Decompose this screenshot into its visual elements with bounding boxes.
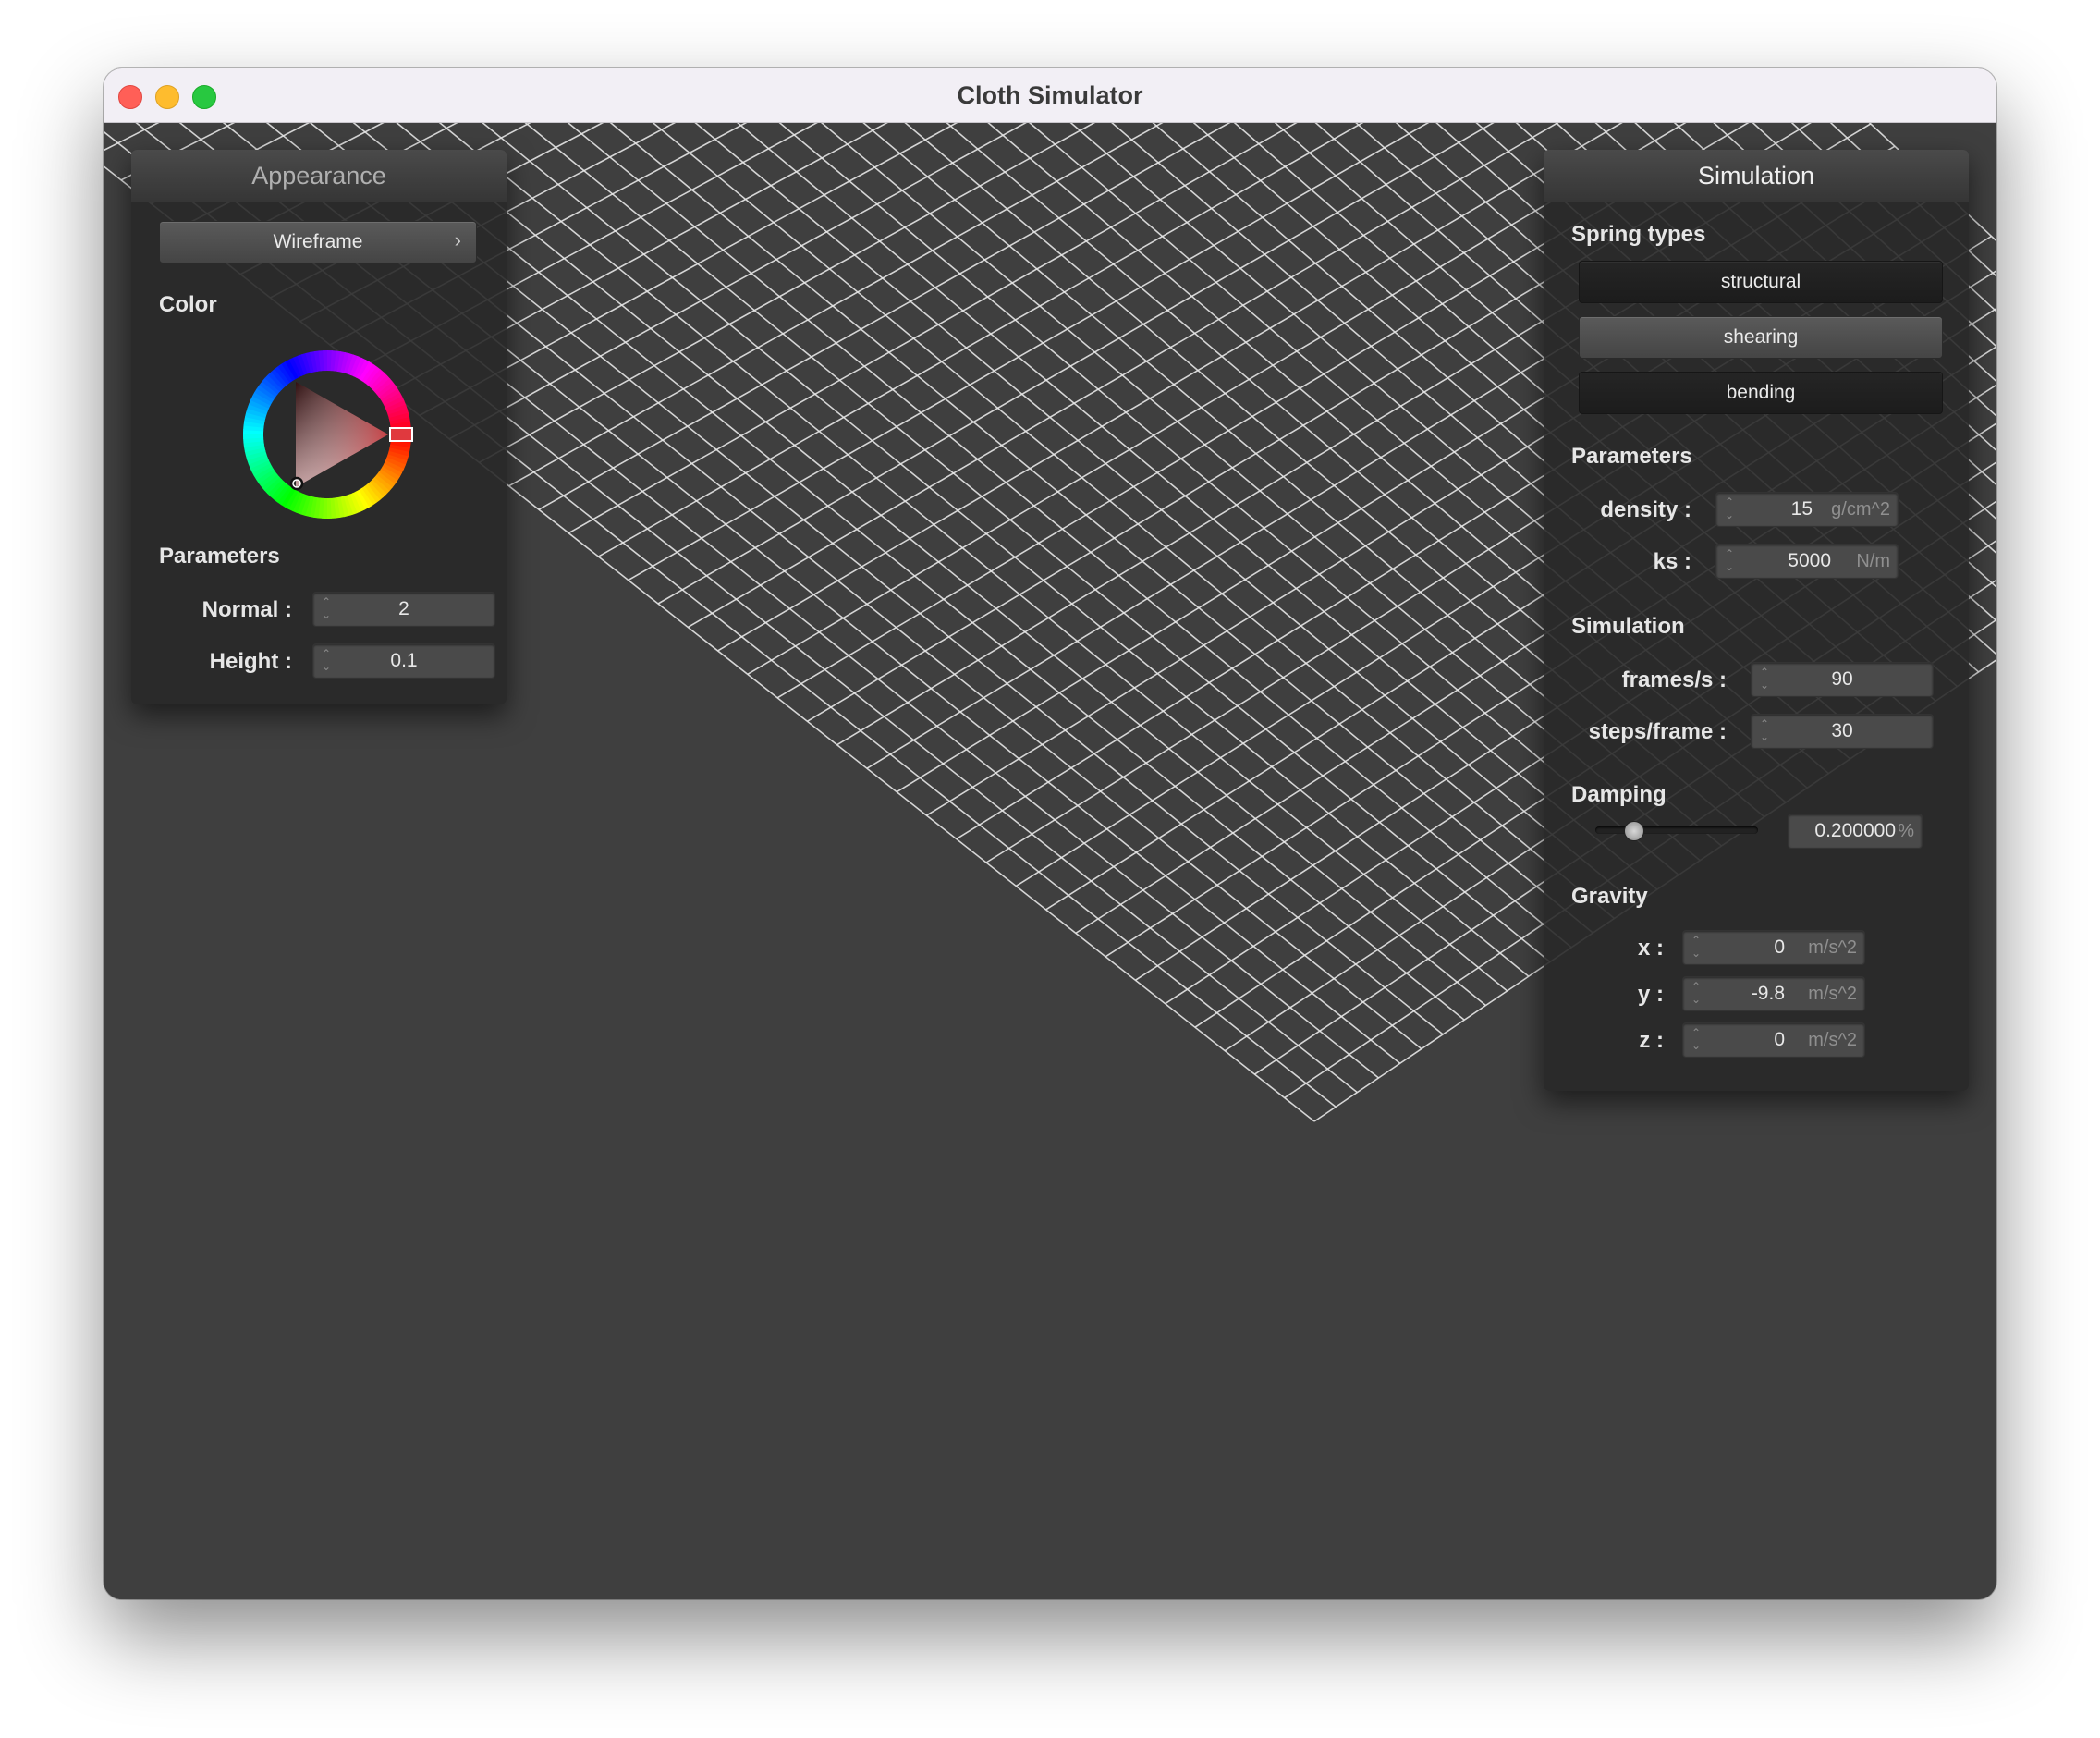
shader-select-button[interactable]: Wireframe ›	[159, 221, 477, 263]
simulation-panel-header[interactable]: Simulation	[1544, 150, 1969, 202]
height-label: Height :	[209, 649, 292, 674]
damping-value: 0.200000	[1814, 820, 1896, 841]
gravity-label: Gravity	[1571, 884, 1648, 909]
appearance-panel: Appearance Wireframe › Color Parameters …	[131, 150, 507, 704]
damping-field[interactable]: 0.200000 %	[1788, 814, 1923, 849]
color-section-label: Color	[159, 292, 217, 317]
app-window: Cloth Simulator Appearance Wireframe › C…	[104, 68, 1996, 1599]
chevron-right-icon: ›	[454, 228, 461, 251]
density-field[interactable]: ⌃ ⌄ 15 g/cm^2	[1715, 492, 1899, 527]
ks-value: 5000	[1788, 550, 1831, 571]
bending-spring-toggle[interactable]: bending	[1579, 372, 1943, 414]
gravity-z-label: z :	[1639, 1028, 1664, 1053]
ks-field[interactable]: ⌃ ⌄ 5000 N/m	[1715, 544, 1899, 579]
ks-unit: N/m	[1856, 551, 1890, 571]
structural-spring-toggle[interactable]: structural	[1579, 261, 1943, 303]
simulation-section-label: Simulation	[1571, 614, 1685, 639]
gravity-z-value: 0	[1774, 1029, 1785, 1050]
damping-slider-track[interactable]	[1595, 826, 1758, 834]
steps-per-frame-label: steps/frame :	[1588, 719, 1727, 744]
updown-arrows-icon[interactable]: ⌃ ⌄	[1724, 547, 1735, 573]
updown-arrows-icon[interactable]: ⌃ ⌄	[1691, 980, 1702, 1006]
frames-per-second-value: 90	[1831, 668, 1853, 690]
shader-label: Wireframe	[273, 231, 363, 252]
damping-slider[interactable]	[1595, 821, 1758, 841]
density-value: 15	[1790, 498, 1813, 520]
gravity-z-field[interactable]: ⌃ ⌄ 0 m/s^2	[1682, 1022, 1865, 1058]
gravity-z-unit: m/s^2	[1808, 1030, 1857, 1050]
gravity-x-unit: m/s^2	[1808, 937, 1857, 958]
normal-field[interactable]: ⌃ ⌄ 2	[312, 592, 495, 627]
simulation-panel: Simulation Spring types structural shear…	[1544, 150, 1969, 1091]
shearing-spring-toggle[interactable]: shearing	[1579, 316, 1943, 359]
hue-marker[interactable]	[389, 427, 413, 442]
color-wheel[interactable]	[235, 342, 420, 527]
title-bar: Cloth Simulator	[104, 68, 1996, 123]
updown-arrows-icon[interactable]: ⌃ ⌄	[1691, 1026, 1702, 1052]
steps-per-frame-value: 30	[1831, 720, 1853, 741]
density-unit: g/cm^2	[1831, 499, 1890, 520]
frames-per-second-label: frames/s :	[1621, 667, 1727, 692]
simulation-parameters-label: Parameters	[1571, 444, 1692, 469]
gravity-x-value: 0	[1774, 936, 1785, 958]
gravity-y-field[interactable]: ⌃ ⌄ -9.8 m/s^2	[1682, 976, 1865, 1011]
saturation-triangle[interactable]	[296, 382, 388, 487]
gravity-y-label: y :	[1637, 982, 1664, 1007]
updown-arrows-icon[interactable]: ⌃ ⌄	[1724, 496, 1735, 521]
window-title: Cloth Simulator	[957, 81, 1143, 109]
density-label: density :	[1600, 497, 1691, 522]
height-field[interactable]: ⌃ ⌄ 0.1	[312, 643, 495, 679]
damping-unit: %	[1898, 821, 1914, 841]
gravity-x-label: x :	[1637, 936, 1664, 961]
frames-per-second-field[interactable]: ⌃ ⌄ 90	[1751, 662, 1934, 697]
spring-types-label: Spring types	[1571, 222, 1706, 247]
appearance-parameters-label: Parameters	[159, 544, 280, 569]
damping-label: Damping	[1571, 782, 1667, 807]
appearance-panel-header[interactable]: Appearance	[131, 150, 507, 202]
gravity-y-value: -9.8	[1751, 983, 1785, 1004]
ks-label: ks :	[1653, 549, 1691, 574]
steps-per-frame-field[interactable]: ⌃ ⌄ 30	[1751, 714, 1934, 749]
damping-slider-knob[interactable]	[1624, 821, 1645, 841]
gravity-x-field[interactable]: ⌃ ⌄ 0 m/s^2	[1682, 930, 1865, 965]
normal-label: Normal :	[201, 597, 292, 622]
height-value: 0.1	[390, 650, 418, 671]
normal-value: 2	[398, 598, 409, 619]
gravity-y-unit: m/s^2	[1808, 984, 1857, 1004]
updown-arrows-icon[interactable]: ⌃ ⌄	[1691, 934, 1702, 960]
